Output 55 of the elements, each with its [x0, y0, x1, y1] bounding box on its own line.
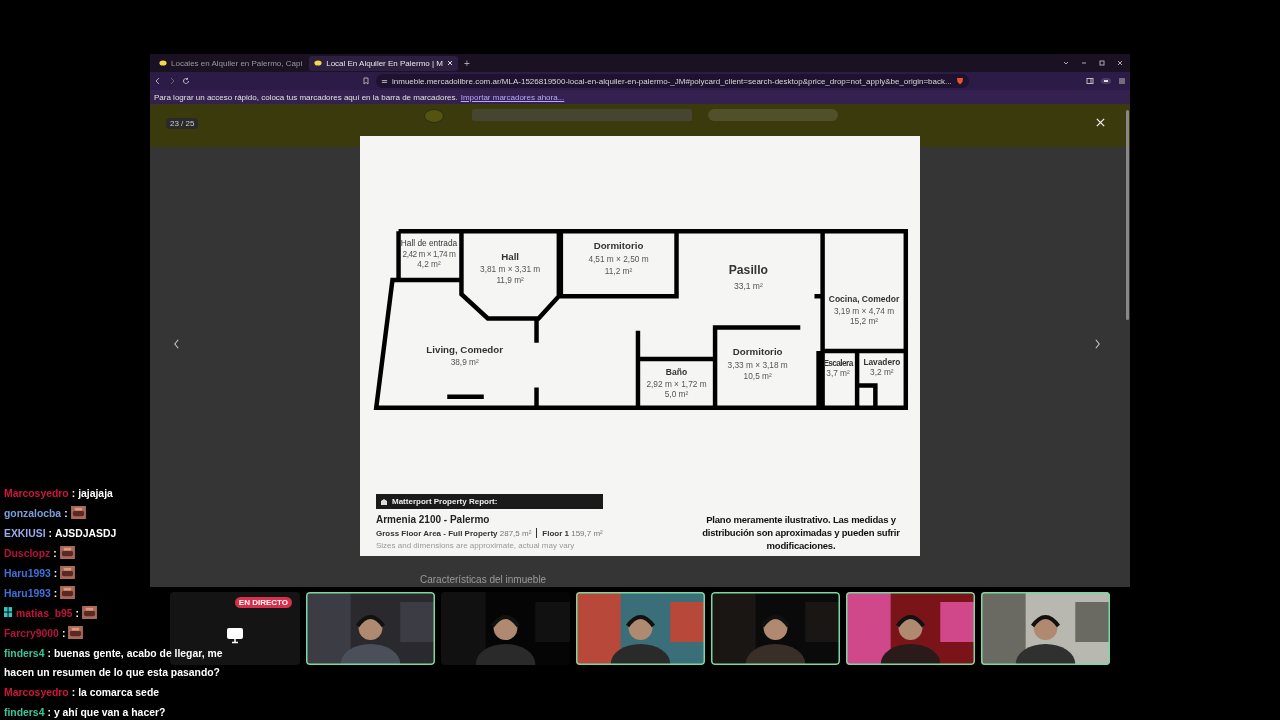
section-title: Características del inmueble — [420, 574, 547, 585]
room-area: 4,2 m² — [417, 258, 441, 269]
browser-tab[interactable]: Local En Alquiler En Palermo | M — [309, 55, 458, 71]
chat-username[interactable]: matias_b95 — [16, 608, 73, 619]
chat-message: finders4 : buenas gente, acabo de llegar, me hacen un resumen de lo que esta pasando? — [4, 648, 223, 678]
image-counter: 23 / 25 — [166, 118, 199, 129]
room-name: Dormitorio — [593, 240, 644, 252]
room-dimensions: 3,19 m × 4,74 m — [833, 305, 895, 316]
chat-separator: : — [61, 628, 66, 639]
chat-message: EXKIUSI : AJSDJASDJ — [4, 528, 117, 539]
chat-message: finders4 : y ahí que van a hacer? — [4, 707, 166, 718]
disclaimer: Sizes and dimensions are approximate, actual may vary — [376, 541, 576, 550]
chat-message: Marcosyedro : la comarca sede — [4, 687, 160, 698]
room-area: 11,9 m² — [496, 274, 524, 285]
room-name: Baño — [665, 367, 688, 378]
chat-separator: : — [53, 588, 58, 599]
chat-separator: : — [64, 508, 68, 519]
chat-username[interactable]: Haru1993 — [4, 588, 51, 599]
property-address: Armenia 2100 - Palermo — [376, 514, 491, 525]
room-name: Pasillo — [728, 262, 768, 277]
room-name: Hall de entrada — [400, 238, 458, 249]
live-badge: EN DIRECTO — [234, 597, 292, 608]
room-dimensions: 2,92 m × 1,72 m — [646, 378, 707, 389]
room-name: Cocina, Comedor — [828, 294, 900, 305]
room-area: 11,2 m² — [604, 265, 633, 276]
room-area: 38,9 m² — [450, 357, 479, 368]
new-tab-button[interactable]: + — [460, 57, 474, 69]
floor-area: Gross Floor Area - Full Property 287,5 m² — [376, 528, 532, 538]
chat-username[interactable]: gonzalocba — [4, 508, 62, 519]
chat-message: Marcosyedro : jajajaja — [4, 488, 113, 499]
room-dimensions: 2,42 m × 1,74 m — [402, 248, 456, 259]
report-title: Matterport Property Report: — [392, 497, 498, 506]
room-name: Lavadero — [863, 357, 901, 368]
room-area: 33,1 m² — [733, 280, 763, 291]
browser-tab[interactable]: Locales en Alquiler en Palermo, Capi — [154, 55, 308, 71]
room-area: 5,0 m² — [664, 389, 689, 400]
plan-note: Plano meramente ilustrativo. Las medidas y distribución son aproximadas y pueden sufrir modificaciones. — [701, 513, 901, 552]
room-name: Living, Comedor — [426, 344, 504, 355]
room-dimensions: 3,81 m × 3,31 m — [480, 263, 541, 274]
room-name: Hall — [501, 250, 520, 262]
import-bookmarks-link[interactable]: Importar marcadores ahora... — [460, 92, 565, 102]
bookmarks-hint: Para lograr un acceso rápido, coloca tus marcadores aquí en la barra de marcadores. — [154, 92, 458, 102]
room-area: 10,5 m² — [743, 371, 772, 382]
room-area: 15,2 m² — [849, 316, 879, 327]
chat-separator: : — [53, 568, 58, 579]
room-name: Dormitorio — [732, 346, 783, 357]
chat-separator: : — [75, 608, 80, 619]
floor-area: Floor 1 159,7 m² — [542, 528, 603, 538]
room-dimensions: 3,33 m × 3,18 m — [727, 360, 788, 370]
chat-separator: : — [53, 548, 57, 559]
chat-username[interactable]: Haru1993 — [4, 568, 51, 579]
room-area: 3,7 m² — [826, 368, 850, 379]
address-bar[interactable]: inmueble.mercadolibre.com.ar/MLA-1526819500-local-en-alquiler-en-palermo-_JM#polycard_client=search-desktop&price_drop=not_apply&be_origin=back... — [376, 74, 969, 88]
room-dimensions: 4,51 m × 2,50 m — [588, 254, 649, 265]
room-area: 3,2 m² — [870, 367, 894, 378]
